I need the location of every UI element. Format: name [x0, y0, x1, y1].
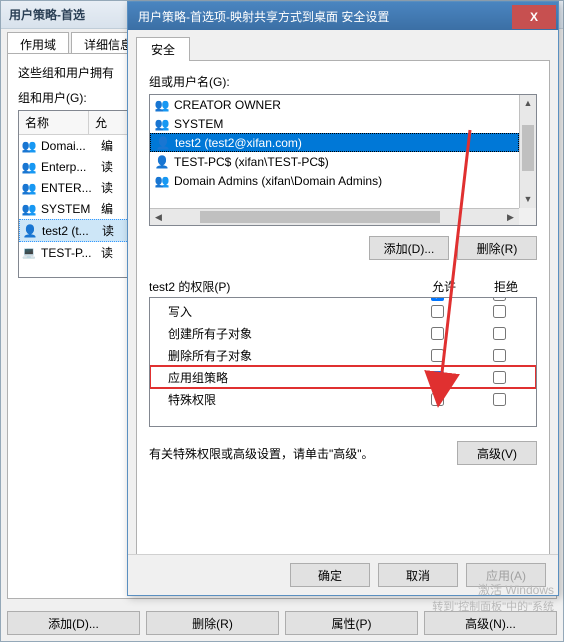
allow-checkbox[interactable]: [431, 305, 444, 318]
item-perm: 读: [101, 179, 113, 196]
item-label: TEST-PC$ (xifan\TEST-PC$): [174, 155, 329, 169]
deny-checkbox[interactable]: [493, 371, 506, 384]
scroll-thumb-v[interactable]: [522, 125, 534, 171]
dialog-buttons: 确定 取消 应用(A): [128, 554, 558, 595]
list-item[interactable]: SYSTEM: [150, 114, 519, 133]
group-icon: [21, 201, 37, 217]
item-label: SYSTEM: [41, 202, 97, 216]
item-perm: 编: [101, 200, 113, 217]
list-item[interactable]: CREATOR OWNER: [150, 95, 519, 114]
permission-row: 应用组策略: [150, 366, 536, 388]
scroll-left-icon[interactable]: ◀: [150, 209, 167, 225]
item-label: Domai...: [41, 139, 97, 153]
deny-checkbox[interactable]: [493, 349, 506, 362]
item-label: TEST-P...: [41, 246, 97, 260]
item-label: ENTER...: [41, 181, 97, 195]
item-label: CREATOR OWNER: [174, 98, 281, 112]
permission-name: 应用组策略: [156, 369, 406, 386]
col-deny: 拒绝: [475, 278, 537, 295]
security-dialog: 用户策略-首选项-映射共享方式到桌面 安全设置 X 安全 组或用户名(G): C…: [127, 1, 559, 596]
group-icon: [21, 138, 37, 154]
parent-remove-button[interactable]: 删除(R): [146, 611, 279, 635]
col-name[interactable]: 名称: [19, 111, 89, 134]
computer-icon: [21, 245, 37, 261]
item-perm: 读: [102, 222, 114, 239]
parent-bottom-buttons: 添加(D)... 删除(R) 属性(P) 高级(N)...: [7, 611, 557, 635]
permission-name: 创建所有子对象: [156, 325, 406, 342]
permission-name: 写入: [156, 303, 406, 320]
ok-button[interactable]: 确定: [290, 563, 370, 587]
allow-checkbox[interactable]: [431, 393, 444, 406]
allow-checkbox[interactable]: [431, 327, 444, 340]
apply-button[interactable]: 应用(A): [466, 563, 546, 587]
list-item[interactable]: TEST-PC$ (xifan\TEST-PC$): [150, 152, 519, 171]
remove-button[interactable]: 删除(R): [457, 236, 537, 260]
allow-checkbox[interactable]: [431, 297, 444, 301]
user-icon: [22, 223, 38, 239]
horizontal-scrollbar[interactable]: ◀ ▶: [150, 208, 519, 225]
parent-add-button[interactable]: 添加(D)...: [7, 611, 140, 635]
dialog-body: 组或用户名(G): CREATOR OWNER SYSTEM test2 (te…: [136, 60, 550, 562]
scroll-thumb-h[interactable]: [200, 211, 440, 223]
advanced-button[interactable]: 高级(V): [457, 441, 537, 465]
item-perm: 读: [101, 244, 113, 261]
dialog-titlebar: 用户策略-首选项-映射共享方式到桌面 安全设置 X: [128, 2, 558, 30]
group-icon: [154, 116, 170, 132]
parent-adv-button[interactable]: 高级(N)...: [424, 611, 557, 635]
item-perm: 编: [101, 137, 113, 154]
list-item[interactable]: Domain Admins (xifan\Domain Admins): [150, 171, 519, 190]
advanced-text: 有关特殊权限或高级设置，请单击"高级"。: [149, 445, 447, 462]
item-label: test2 (test2@xifan.com): [175, 136, 302, 150]
permissions-list: 写入 创建所有子对象 删除所有子对象 应用组策略 特殊权限: [149, 297, 537, 427]
scroll-down-icon[interactable]: ▼: [520, 191, 536, 208]
col-allow: 允许: [413, 278, 475, 295]
item-label: Domain Admins (xifan\Domain Admins): [174, 174, 382, 188]
scroll-right-icon[interactable]: ▶: [502, 209, 519, 225]
list-item[interactable]: test2 (test2@xifan.com): [150, 133, 519, 152]
deny-checkbox[interactable]: [493, 327, 506, 340]
deny-checkbox[interactable]: [493, 305, 506, 318]
cancel-button[interactable]: 取消: [378, 563, 458, 587]
item-label: Enterp...: [41, 160, 97, 174]
principals-list[interactable]: CREATOR OWNER SYSTEM test2 (test2@xifan.…: [149, 94, 537, 226]
parent-props-button[interactable]: 属性(P): [285, 611, 418, 635]
scrollbar-corner: [519, 208, 536, 225]
deny-checkbox[interactable]: [493, 297, 506, 301]
group-icon: [154, 97, 170, 113]
add-button[interactable]: 添加(D)...: [369, 236, 449, 260]
permission-name: 特殊权限: [156, 391, 406, 408]
close-button[interactable]: X: [512, 5, 556, 29]
allow-checkbox[interactable]: [431, 349, 444, 362]
permission-row: 删除所有子对象: [150, 344, 536, 366]
permission-name: 删除所有子对象: [156, 347, 406, 364]
group-icon: [21, 180, 37, 196]
allow-checkbox[interactable]: [431, 371, 444, 384]
permissions-header: test2 的权限(P): [149, 278, 413, 295]
scroll-up-icon[interactable]: ▲: [520, 95, 536, 112]
group-icon: [21, 159, 37, 175]
item-label: test2 (t...: [42, 224, 98, 238]
user-icon: [155, 135, 171, 151]
deny-checkbox[interactable]: [493, 393, 506, 406]
item-label: SYSTEM: [174, 117, 223, 131]
dialog-title: 用户策略-首选项-映射共享方式到桌面 安全设置: [128, 8, 399, 25]
permission-row: 创建所有子对象: [150, 322, 536, 344]
tab-security[interactable]: 安全: [136, 37, 190, 61]
permission-row: 写入: [150, 300, 536, 322]
group-users-label: 组或用户名(G):: [149, 73, 537, 90]
item-perm: 读: [101, 158, 113, 175]
user-icon: [154, 154, 170, 170]
vertical-scrollbar[interactable]: ▲ ▼: [519, 95, 536, 208]
group-icon: [154, 173, 170, 189]
permission-row: 特殊权限: [150, 388, 536, 410]
